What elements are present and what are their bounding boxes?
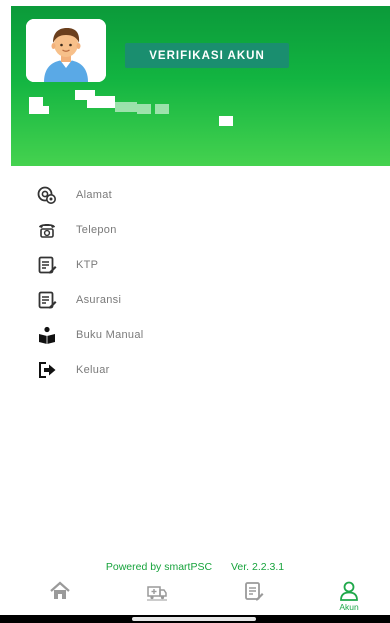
address-icon	[36, 184, 58, 206]
ambulance-icon	[147, 586, 167, 601]
menu-item-label: KTP	[76, 259, 99, 271]
redacted-name-block	[219, 116, 233, 126]
logout-icon	[36, 359, 58, 381]
redacted-name-block	[155, 104, 169, 114]
nav-ambulance[interactable]	[137, 580, 177, 614]
menu-item-alamat[interactable]: Alamat	[36, 184, 112, 206]
home-icon	[50, 581, 70, 599]
menu-item-label: Telepon	[76, 224, 117, 236]
menu-item-label: Buku Manual	[76, 329, 144, 341]
user-avatar[interactable]	[26, 19, 106, 82]
redacted-name-block	[87, 96, 115, 108]
account-icon	[340, 581, 358, 601]
menu-item-label: Asuransi	[76, 294, 122, 306]
app-footer: Powered by smartPSC Ver. 2.2.3.1	[0, 561, 390, 573]
id-card-icon	[36, 254, 58, 276]
nav-report[interactable]	[234, 580, 274, 614]
redacted-name-block	[29, 106, 49, 114]
menu-item-buku-manual[interactable]: Buku Manual	[36, 324, 143, 346]
verify-account-button[interactable]: VERIFIKASI AKUN	[125, 43, 289, 68]
menu-item-label: Keluar	[76, 364, 110, 376]
powered-by-text: Powered by smartPSC	[105, 561, 213, 573]
menu-item-telepon[interactable]: Telepon	[36, 219, 116, 241]
home-indicator[interactable]	[132, 617, 256, 621]
redacted-name-block	[115, 102, 137, 112]
version-text: Ver. 2.2.3.1	[231, 561, 285, 573]
nav-home[interactable]	[40, 580, 80, 614]
redacted-name-block	[137, 104, 151, 114]
nav-account-label: Akun	[339, 602, 359, 612]
profile-header: VERIFIKASI AKUN	[11, 6, 390, 166]
nav-account[interactable]: Akun	[329, 580, 369, 614]
bottom-navigation: Akun	[0, 578, 390, 614]
report-icon	[245, 582, 264, 601]
telephone-icon	[36, 219, 58, 241]
menu-item-asuransi[interactable]: Asuransi	[36, 289, 121, 311]
menu-item-ktp[interactable]: KTP	[36, 254, 98, 276]
avatar-person-icon	[26, 19, 106, 82]
manual-book-icon	[36, 324, 58, 346]
insurance-icon	[36, 289, 58, 311]
menu-item-label: Alamat	[76, 189, 113, 201]
menu-item-keluar[interactable]: Keluar	[36, 359, 109, 381]
